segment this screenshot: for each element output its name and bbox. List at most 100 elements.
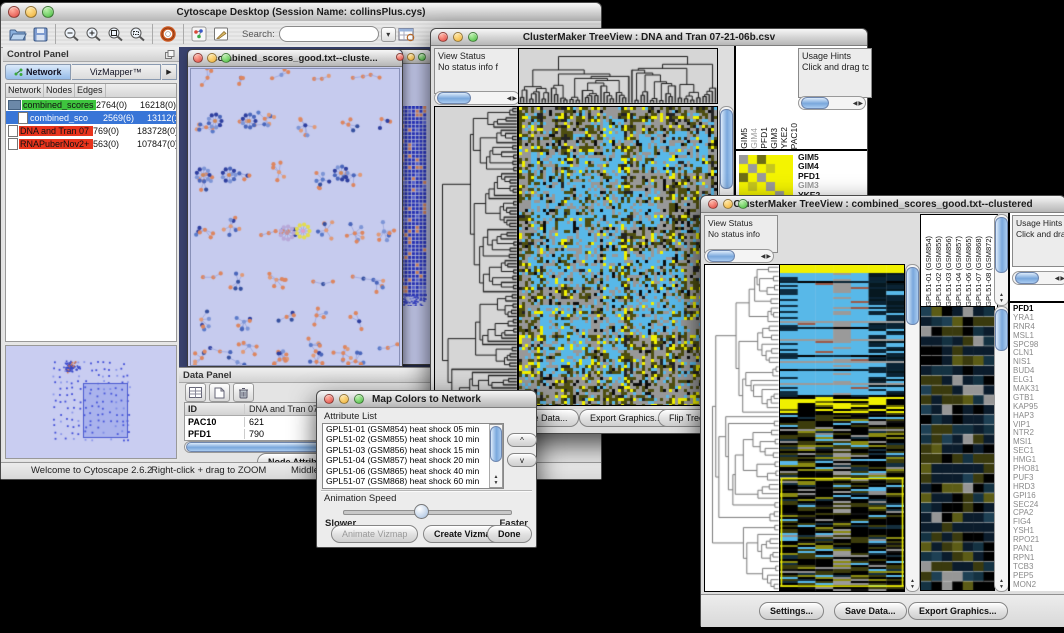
tv1-column-dendrogram-canvas[interactable] [518, 48, 718, 104]
tv1-status-hscrollbar[interactable]: ◀▶ [434, 91, 520, 105]
search-input[interactable] [279, 26, 379, 42]
minimize-button[interactable] [407, 53, 415, 61]
scrollbar-arrows[interactable]: ◀▶ [853, 98, 863, 109]
tv2-gene-label[interactable]: MON2 [1013, 581, 1064, 590]
tv2-zoom-heatmap-canvas[interactable] [920, 306, 995, 591]
network-table-row[interactable]: DNA and Tran 07 769(0) 183728(0) [6, 124, 176, 137]
delete-attribute-icon[interactable] [233, 383, 254, 402]
close-button[interactable] [324, 394, 334, 404]
minimize-button[interactable] [25, 6, 37, 18]
scrollbar-arrows[interactable]: ▲▼ [995, 579, 1008, 590]
tv1-column-label[interactable]: YKE2 [779, 127, 788, 149]
zoom-selected-icon[interactable] [126, 23, 148, 45]
attribute-list-item[interactable]: GPL51-07 (GSM868) heat shock 60 min [323, 476, 503, 486]
tab-overflow-button[interactable]: ▶ [162, 64, 177, 80]
treeview1-titlebar[interactable]: ClusterMaker TreeView : DNA and Tran 07-… [431, 29, 867, 46]
search-table-icon[interactable] [396, 23, 418, 45]
main-titlebar[interactable]: Cytoscape Desktop (Session Name: collins… [1, 3, 601, 22]
scrollbar-thumb[interactable] [995, 309, 1008, 351]
birdseye-view-canvas[interactable] [6, 346, 176, 454]
zoom-button[interactable] [42, 6, 54, 18]
tv1-row-dendrogram-canvas[interactable] [434, 106, 518, 406]
tv2-column-label[interactable]: GPL51-06 (GSM865) [964, 236, 973, 307]
zoom-button[interactable] [468, 32, 478, 42]
tv2-column-label[interactable]: GPL51-02 (GSM855) [934, 236, 943, 307]
slider-thumb[interactable] [414, 504, 429, 519]
tab-network[interactable]: Network [5, 64, 71, 80]
zoom-button[interactable] [354, 394, 364, 404]
tv1-column-label[interactable]: GIM5 [739, 128, 748, 149]
zoom-out-icon[interactable] [60, 23, 82, 45]
tv1-hints-hscrollbar[interactable]: ◀▶ [798, 96, 866, 110]
tv2-heatmap-vscrollbar[interactable]: ▲▼ [905, 264, 920, 592]
minimize-button[interactable] [453, 32, 463, 42]
close-button[interactable] [708, 199, 718, 209]
tv2-column-label[interactable]: GPL51-07 (GSM868) [974, 236, 983, 307]
attribute-list-vscrollbar[interactable]: ▲▼ [489, 424, 503, 488]
network-window-titlebar[interactable]: combined_scores_good.txt--cluste... [188, 50, 402, 67]
close-button[interactable] [396, 53, 404, 61]
minimize-button[interactable] [339, 394, 349, 404]
tv2-column-label[interactable]: GPL51-04 (GSM857) [954, 236, 963, 307]
scrollbar-thumb[interactable] [801, 97, 829, 109]
scrollbar-arrows[interactable]: ▲▼ [906, 579, 919, 590]
animate-vizmap-button[interactable]: Animate Vizmap [331, 525, 418, 543]
search-dropdown-button[interactable]: ▾ [381, 27, 396, 42]
scrollbar-thumb[interactable] [1015, 272, 1039, 284]
done-button[interactable]: Done [487, 525, 532, 543]
close-button[interactable] [438, 32, 448, 42]
select-attributes-icon[interactable] [185, 383, 206, 402]
tv1-heatmap-canvas[interactable] [518, 106, 718, 406]
zoom-button[interactable] [738, 199, 748, 209]
tv2-save-data-button[interactable]: Save Data... [834, 602, 907, 620]
treeview2-titlebar[interactable]: ClusterMaker TreeView : combined_scores_… [701, 196, 1064, 213]
tv1-column-label[interactable]: GIM3 [769, 128, 778, 149]
network-view-canvas[interactable] [190, 68, 400, 366]
network-table-row[interactable]: combined_scores 2764(0) 16218(0) [6, 98, 176, 111]
close-button[interactable] [8, 6, 20, 18]
tv2-heatmap-canvas[interactable] [779, 264, 905, 592]
help-lifesaver-icon[interactable] [157, 23, 179, 45]
tv2-column-label[interactable]: GPL51-01 (GSM854) [924, 236, 933, 307]
attribute-list-item[interactable]: GPL51-03 (GSM856) heat shock 15 min [323, 445, 503, 455]
network-table-row[interactable]: combined_sco 2569(6) 13112(15) [6, 111, 176, 124]
scrollbar-thumb[interactable] [995, 217, 1008, 273]
tv1-column-label[interactable]: GIM4 [749, 128, 758, 149]
zoom-in-icon[interactable] [82, 23, 104, 45]
tv2-status-hscrollbar[interactable]: ◀▶ [704, 249, 774, 263]
tv2-hints-hscrollbar[interactable]: ◀▶ [1012, 271, 1064, 285]
move-up-button[interactable]: ^ [507, 433, 537, 447]
network-table-row[interactable]: RNAPuberNov2+ 563(0) 107847(0) [6, 137, 176, 150]
scrollbar-arrows[interactable]: ▲▼ [490, 475, 502, 486]
tab-vizmapper[interactable]: VizMapper™ [72, 64, 161, 80]
scrollbar-arrows[interactable]: ▲▼ [995, 293, 1008, 304]
new-attribute-icon[interactable] [209, 383, 230, 402]
zoom-button[interactable] [221, 53, 231, 63]
scrollbar-thumb[interactable] [720, 109, 733, 189]
tv1-column-label[interactable]: PAC10 [789, 123, 798, 149]
tv2-row-dendrogram-canvas[interactable] [704, 264, 780, 592]
tv2-export-graphics-button[interactable]: Export Graphics... [908, 602, 1008, 620]
scrollbar-arrows[interactable]: ◀▶ [1055, 273, 1064, 284]
tv2-zoom-vscrollbar[interactable]: ▲▼ [994, 306, 1009, 592]
close-button[interactable] [193, 53, 203, 63]
attribute-list-item[interactable]: GPL51-06 (GSM865) heat shock 40 min [323, 466, 503, 476]
minimize-button[interactable] [207, 53, 217, 63]
scrollbar-thumb[interactable] [707, 250, 735, 262]
open-file-icon[interactable] [7, 23, 29, 45]
scrollbar-arrows[interactable]: ◀▶ [507, 93, 517, 104]
annotation-icon[interactable] [210, 23, 232, 45]
move-down-button[interactable]: v [507, 453, 537, 467]
tv2-column-label[interactable]: GPL51-03 (GSM856) [944, 236, 953, 307]
attribute-list-item[interactable]: GPL51-04 (GSM857) heat shock 20 min [323, 455, 503, 465]
tv2-column-label[interactable]: GPL51-08 (GSM872) [984, 236, 993, 307]
zoom-fit-icon[interactable] [104, 23, 126, 45]
tv2-settings-button[interactable]: Settings... [759, 602, 824, 620]
scrollbar-thumb[interactable] [437, 92, 471, 104]
minimize-button[interactable] [723, 199, 733, 209]
scrollbar-thumb[interactable] [906, 267, 919, 325]
scrollbar-thumb[interactable] [490, 426, 502, 462]
modify-network-icon[interactable] [188, 23, 210, 45]
tv1-column-label[interactable]: PFD1 [759, 127, 768, 149]
float-panel-icon[interactable] [165, 50, 175, 59]
